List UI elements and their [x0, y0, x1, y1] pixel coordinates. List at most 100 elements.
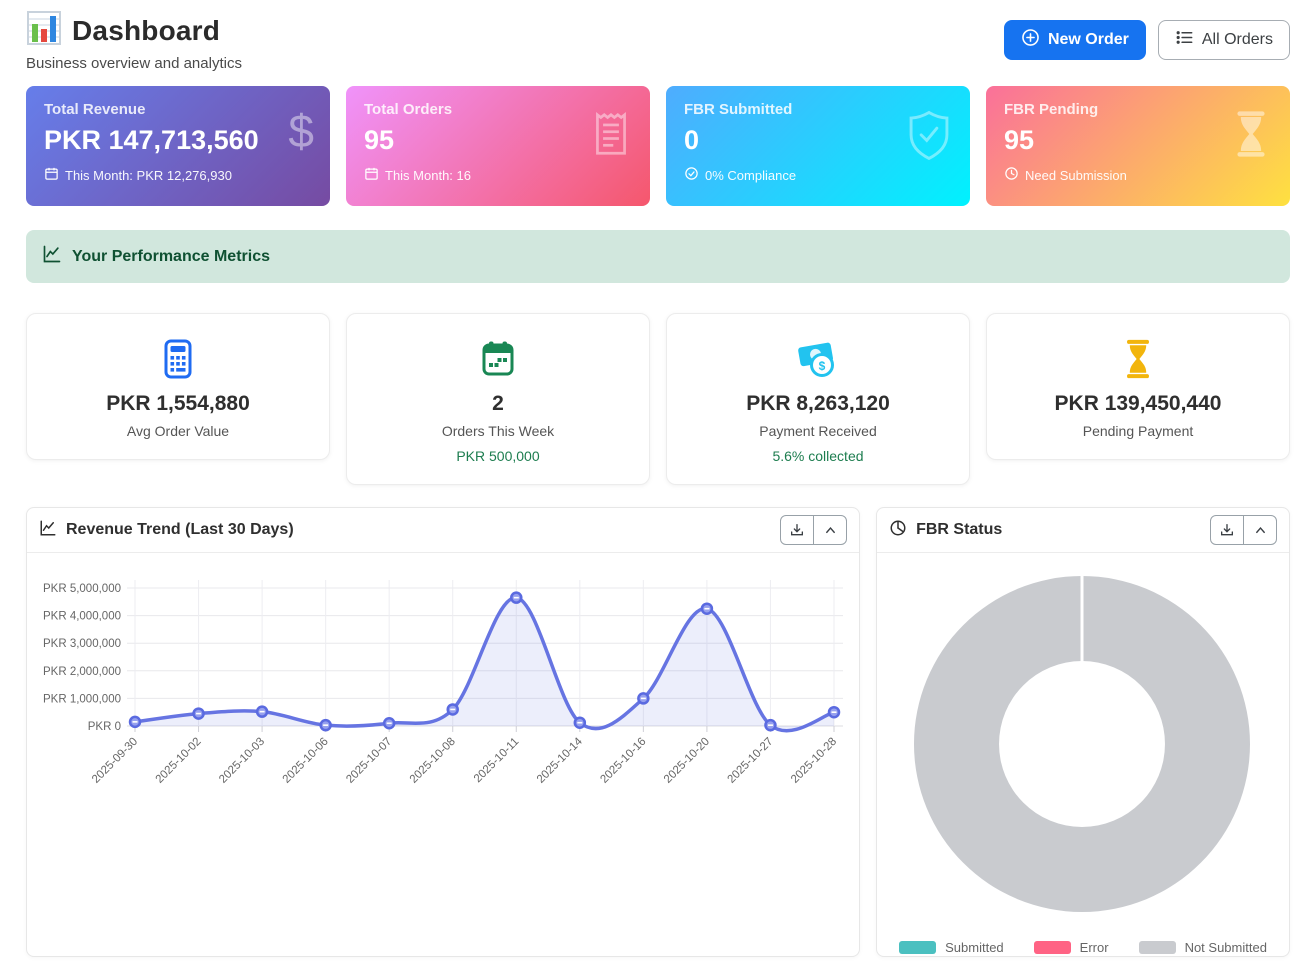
- stat-cards-row: Total Revenue PKR 147,713,560 This Month…: [26, 86, 1290, 206]
- fbr-donut-chart[interactable]: [877, 553, 1288, 933]
- svg-text:PKR 5,000,000: PKR 5,000,000: [43, 583, 121, 595]
- all-orders-button[interactable]: All Orders: [1158, 20, 1290, 60]
- svg-text:2025-10-02: 2025-10-02: [154, 736, 204, 786]
- svg-text:2025-10-16: 2025-10-16: [598, 736, 648, 786]
- stat-card-total-orders: Total Orders 95 This Month: 16: [346, 86, 650, 206]
- fbr-panel-tools: [1210, 515, 1277, 545]
- check-circle-icon: [684, 166, 699, 184]
- metric-value: 2: [361, 392, 635, 416]
- svg-text:PKR 1,000,000: PKR 1,000,000: [43, 693, 121, 705]
- metric-cards-row: PKR 1,554,880 Avg Order Value 2 Orders T…: [26, 313, 1290, 485]
- svg-text:2025-10-11: 2025-10-11: [472, 736, 521, 785]
- fbr-status-panel: FBR Status: [876, 507, 1290, 957]
- legend-swatch: [1034, 941, 1071, 954]
- svg-text:2025-09-30: 2025-09-30: [90, 736, 140, 786]
- performance-metrics-label: Your Performance Metrics: [72, 248, 270, 266]
- stat-sub: This Month: PKR 12,276,930: [44, 166, 312, 184]
- svg-text:2025-10-06: 2025-10-06: [281, 736, 331, 786]
- svg-text:PKR 0: PKR 0: [88, 721, 121, 733]
- receipt-icon: [588, 108, 634, 165]
- stat-card-total-revenue: Total Revenue PKR 147,713,560 This Month…: [26, 86, 330, 206]
- svg-text:PKR 2,000,000: PKR 2,000,000: [43, 666, 121, 678]
- metric-label: Orders This Week: [361, 423, 635, 439]
- svg-text:2025-10-03: 2025-10-03: [217, 736, 267, 786]
- shield-check-icon: [904, 108, 954, 169]
- all-orders-label: All Orders: [1202, 31, 1273, 49]
- page-subtitle: Business overview and analytics: [26, 55, 242, 72]
- metric-value: PKR 1,554,880: [41, 392, 315, 416]
- stat-card-fbr-pending: FBR Pending 95 Need Submission: [986, 86, 1290, 206]
- chart-line-icon: [42, 244, 62, 269]
- metric-card-pending-payment: PKR 139,450,440 Pending Payment: [986, 313, 1290, 460]
- stat-value: PKR 147,713,560: [44, 125, 312, 156]
- list-icon: [1175, 28, 1194, 52]
- pie-chart-icon: [889, 519, 907, 542]
- fbr-panel-header: FBR Status: [877, 508, 1289, 553]
- legend-swatch: [1139, 941, 1176, 954]
- legend-item-error[interactable]: Error: [1034, 940, 1109, 955]
- clock-icon: [1004, 166, 1019, 184]
- metric-value: PKR 8,263,120: [681, 392, 955, 416]
- charts-row: Revenue Trend (Last 30 Days): [26, 507, 1290, 957]
- cash-coin-icon: $: [681, 338, 955, 380]
- legend-item-not-submitted[interactable]: Not Submitted: [1139, 940, 1267, 955]
- metric-label: Payment Received: [681, 423, 955, 439]
- new-order-button[interactable]: New Order: [1004, 20, 1146, 60]
- svg-text:2025-10-20: 2025-10-20: [662, 736, 712, 786]
- fbr-chart-body: Submitted Error Not Submitted: [877, 553, 1289, 955]
- dollar-icon: $: [288, 108, 314, 154]
- revenue-panel-title: Revenue Trend (Last 30 Days): [39, 519, 294, 542]
- svg-text:2025-10-07: 2025-10-07: [344, 736, 394, 786]
- page-header: Dashboard Business overview and analytic…: [26, 10, 1290, 72]
- svg-text:PKR 3,000,000: PKR 3,000,000: [43, 638, 121, 650]
- svg-text:2025-10-14: 2025-10-14: [535, 735, 586, 786]
- stat-sub: This Month: 16: [364, 166, 632, 184]
- calendar-week-icon: [361, 338, 635, 380]
- hourglass-icon: [1001, 338, 1275, 380]
- calendar-icon: [364, 166, 379, 184]
- metric-label: Avg Order Value: [41, 423, 315, 439]
- plus-circle-icon: [1021, 28, 1040, 52]
- metric-sub-value: 5.6% collected: [681, 448, 955, 464]
- revenue-chart-body: PKR 0 PKR 1,000,000 PKR 2,000,000 PKR 3,000…: [27, 553, 859, 808]
- svg-text:2025-10-28: 2025-10-28: [789, 736, 839, 786]
- new-order-label: New Order: [1048, 31, 1129, 49]
- page-title: Dashboard: [72, 15, 220, 47]
- hourglass-icon: [1228, 108, 1274, 165]
- legend-label: Submitted: [945, 940, 1004, 955]
- svg-text:2025-10-27: 2025-10-27: [725, 736, 775, 786]
- metric-card-payment-received: $ PKR 8,263,120 Payment Received 5.6% co…: [666, 313, 970, 485]
- metric-card-avg-order-value: PKR 1,554,880 Avg Order Value: [26, 313, 330, 460]
- revenue-line-chart[interactable]: PKR 0 PKR 1,000,000 PKR 2,000,000 PKR 3,000…: [39, 559, 849, 803]
- metric-label: Pending Payment: [1001, 423, 1275, 439]
- svg-text:$: $: [819, 359, 826, 373]
- chart-line-icon: [39, 519, 57, 542]
- metric-value: PKR 139,450,440: [1001, 392, 1275, 416]
- stat-card-fbr-submitted: FBR Submitted 0 0% Compliance: [666, 86, 970, 206]
- header-left: Dashboard Business overview and analytic…: [26, 10, 242, 72]
- fbr-panel-title: FBR Status: [889, 519, 1002, 542]
- revenue-trend-panel: Revenue Trend (Last 30 Days): [26, 507, 860, 957]
- calculator-icon: [41, 338, 315, 380]
- legend-item-submitted[interactable]: Submitted: [899, 940, 1004, 955]
- calendar-icon: [44, 166, 59, 184]
- collapse-button[interactable]: [1243, 515, 1277, 545]
- stat-label: Total Revenue: [44, 101, 312, 118]
- dashboard-page: Dashboard Business overview and analytic…: [0, 0, 1316, 957]
- performance-metrics-banner: Your Performance Metrics: [26, 230, 1290, 283]
- download-button[interactable]: [780, 515, 814, 545]
- download-button[interactable]: [1210, 515, 1244, 545]
- metric-sub-value: PKR 500,000: [361, 448, 635, 464]
- collapse-button[interactable]: [813, 515, 847, 545]
- legend-label: Error: [1080, 940, 1109, 955]
- svg-text:2025-10-08: 2025-10-08: [408, 736, 458, 786]
- revenue-panel-header: Revenue Trend (Last 30 Days): [27, 508, 859, 553]
- svg-text:PKR 4,000,000: PKR 4,000,000: [43, 611, 121, 623]
- stat-sub: Need Submission: [1004, 166, 1272, 184]
- legend-swatch: [899, 941, 936, 954]
- metric-card-orders-this-week: 2 Orders This Week PKR 500,000: [346, 313, 650, 485]
- revenue-panel-tools: [780, 515, 847, 545]
- fbr-chart-legend: Submitted Error Not Submitted: [877, 940, 1289, 955]
- bar-chart-logo-icon: [26, 10, 62, 51]
- header-actions: New Order All Orders: [1004, 20, 1290, 60]
